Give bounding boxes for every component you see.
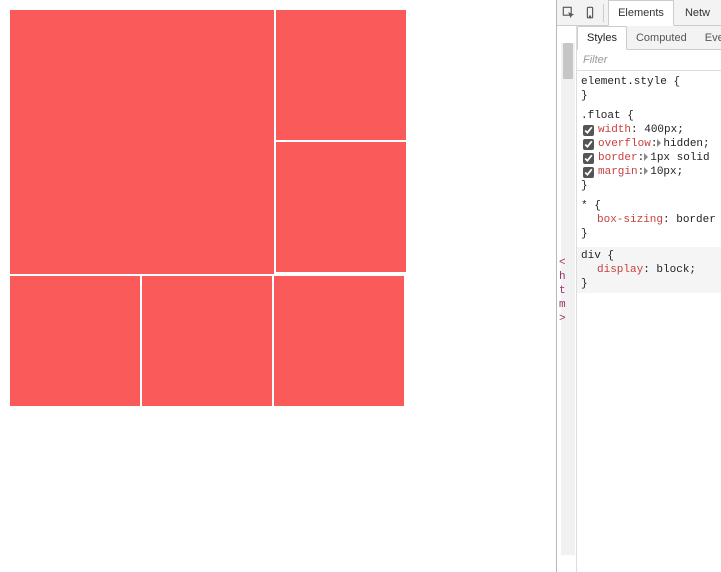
css-value[interactable]: border <box>676 214 716 226</box>
css-value-editing[interactable]: 400px; <box>644 124 684 136</box>
float-box <box>274 276 404 406</box>
css-property[interactable]: border <box>598 152 638 164</box>
float-box <box>10 276 140 406</box>
tab-computed[interactable]: Computed <box>627 26 696 49</box>
scrollbar-thumb[interactable] <box>563 43 573 79</box>
float-box <box>276 10 406 140</box>
inspect-icon[interactable] <box>559 3 578 23</box>
devtools-panel: Elements Netw < h t m > Styles Computed … <box>556 0 721 572</box>
tab-elements[interactable]: Elements <box>608 0 674 26</box>
toggle-declaration[interactable] <box>583 139 594 150</box>
rule-block[interactable]: * { box-sizing: border } <box>581 199 721 241</box>
devtools-toolbar: Elements Netw <box>557 0 721 26</box>
css-property[interactable]: margin <box>598 166 638 178</box>
css-value[interactable]: 1px solid <box>650 152 709 164</box>
styles-rules: element.style { } .float { width: 400px;… <box>577 71 721 572</box>
breadcrumb-char: h <box>559 270 566 284</box>
brace: { <box>673 76 680 88</box>
toggle-declaration[interactable] <box>583 153 594 164</box>
selector[interactable]: * <box>581 200 588 212</box>
toggle-declaration[interactable] <box>583 167 594 178</box>
float-box <box>276 142 406 272</box>
device-icon[interactable] <box>580 3 599 23</box>
selector: div <box>581 250 601 262</box>
selector[interactable]: .float <box>581 110 621 122</box>
toolbar-separator <box>603 4 604 22</box>
selector[interactable]: element.style <box>581 76 667 88</box>
breadcrumb-char: t <box>559 284 566 298</box>
tab-events[interactable]: Eve <box>696 26 721 49</box>
elements-tree-gutter: < h t m > <box>557 26 577 572</box>
float-box <box>10 10 274 274</box>
brace: } <box>581 90 588 102</box>
css-property[interactable]: box-sizing <box>597 214 663 226</box>
css-value[interactable]: 10px; <box>650 166 683 178</box>
rule-block[interactable]: element.style { } <box>581 75 721 103</box>
expand-icon[interactable] <box>644 167 648 175</box>
breadcrumb-char: < <box>559 256 566 270</box>
css-property[interactable]: width <box>598 124 631 136</box>
css-value[interactable]: hidden; <box>663 138 709 150</box>
toggle-declaration[interactable] <box>583 125 594 136</box>
css-property[interactable]: overflow <box>598 138 651 150</box>
rendered-page <box>0 0 556 572</box>
rule-block[interactable]: .float { width: 400px; overflow:hidden; … <box>581 109 721 193</box>
styles-tabstrip: Styles Computed Eve <box>577 26 721 50</box>
breadcrumb-char: > <box>559 312 566 326</box>
breadcrumb[interactable]: < h t m > <box>559 256 566 326</box>
tab-styles[interactable]: Styles <box>577 26 627 50</box>
breadcrumb-char: m <box>559 298 566 312</box>
expand-icon[interactable] <box>644 153 648 161</box>
expand-icon[interactable] <box>657 139 661 147</box>
css-property: display <box>597 264 643 276</box>
tab-network[interactable]: Netw <box>676 1 719 25</box>
filter-input[interactable] <box>577 50 721 70</box>
rule-block-ua: div { display: block; } <box>577 247 721 293</box>
float-box <box>142 276 272 406</box>
css-value: block; <box>656 264 696 276</box>
